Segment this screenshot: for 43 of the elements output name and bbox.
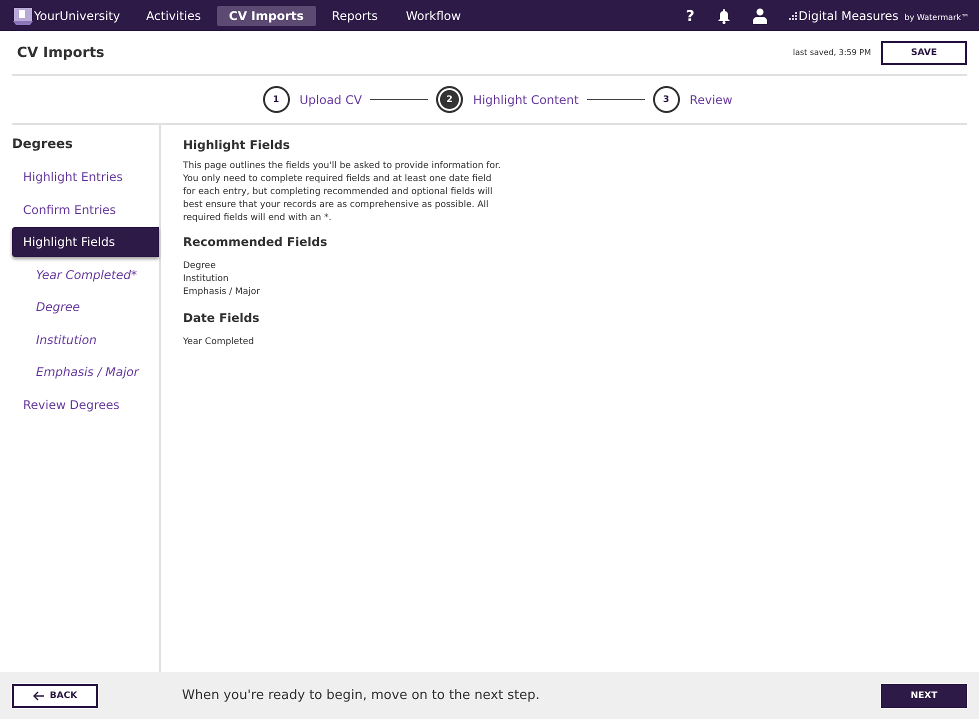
sidebar-item[interactable]: Degree: [12, 292, 159, 322]
field-name: Emphasis / Major: [183, 286, 262, 299]
nav-tab[interactable]: CV Imports: [216, 6, 316, 26]
nav-tab[interactable]: Workflow: [394, 6, 473, 26]
page-title: CV Imports: [17, 44, 104, 60]
back-arrow-icon: [32, 690, 45, 700]
step-number: 2: [436, 86, 463, 113]
logo-text: YourUniversity: [34, 8, 120, 22]
building-icon: [13, 6, 33, 24]
user-icon[interactable]: [752, 8, 767, 24]
brand-name: Digital Measures: [798, 8, 899, 22]
last-saved-text: last saved, 3:59 PM: [792, 48, 871, 57]
step-label[interactable]: Review: [690, 92, 732, 106]
sidebar-item[interactable]: Confirm Entries: [12, 194, 159, 224]
step-number: 1: [262, 86, 290, 113]
dots-icon: [788, 12, 798, 20]
university-logo[interactable]: YourUniversity: [13, 6, 120, 24]
step-label[interactable]: Upload CV: [300, 92, 362, 106]
field-name: Year Completed: [183, 336, 256, 349]
section-heading: Date Fields: [183, 311, 260, 325]
sidebar-item[interactable]: Emphasis / Major: [12, 357, 159, 387]
bell-icon[interactable]: [716, 8, 731, 24]
content-heading: Highlight Fields: [183, 138, 291, 152]
brand-tagline: by Watermark™: [904, 12, 969, 22]
save-button[interactable]: SAVE: [881, 40, 967, 64]
section-heading: Recommended Fields: [183, 235, 328, 249]
sidebar-item[interactable]: Highlight Entries: [12, 162, 159, 192]
step-number: 3: [652, 86, 680, 113]
back-button[interactable]: BACK: [12, 684, 98, 708]
field-name: Institution: [183, 273, 230, 286]
step-label[interactable]: Highlight Content: [472, 92, 579, 106]
field-name: Degree: [183, 260, 217, 273]
help-button[interactable]: ?: [686, 6, 695, 24]
sidebar-item[interactable]: Institution: [12, 324, 159, 354]
sidebar-title: Degrees: [12, 137, 74, 152]
intro-paragraph: This page outlines the fields you'll be asked to provide information for. You only need to complete required fields and at least one date field for each entry, but completing recommended and optional fields will best ensure that your records are as comprehensive as possible. All required fields will end with an *.: [183, 160, 502, 225]
nav-tab[interactable]: Reports: [320, 6, 390, 26]
next-button[interactable]: NEXT: [881, 684, 967, 708]
sidebar-item[interactable]: Review Degrees: [12, 390, 159, 420]
sidebar-item[interactable]: Year Completed*: [12, 260, 159, 290]
nav-tab[interactable]: Activities: [134, 6, 213, 26]
sidebar-item[interactable]: Highlight Fields: [12, 227, 159, 257]
footer-message: When you're ready to begin, move on to the next step.: [182, 688, 540, 703]
